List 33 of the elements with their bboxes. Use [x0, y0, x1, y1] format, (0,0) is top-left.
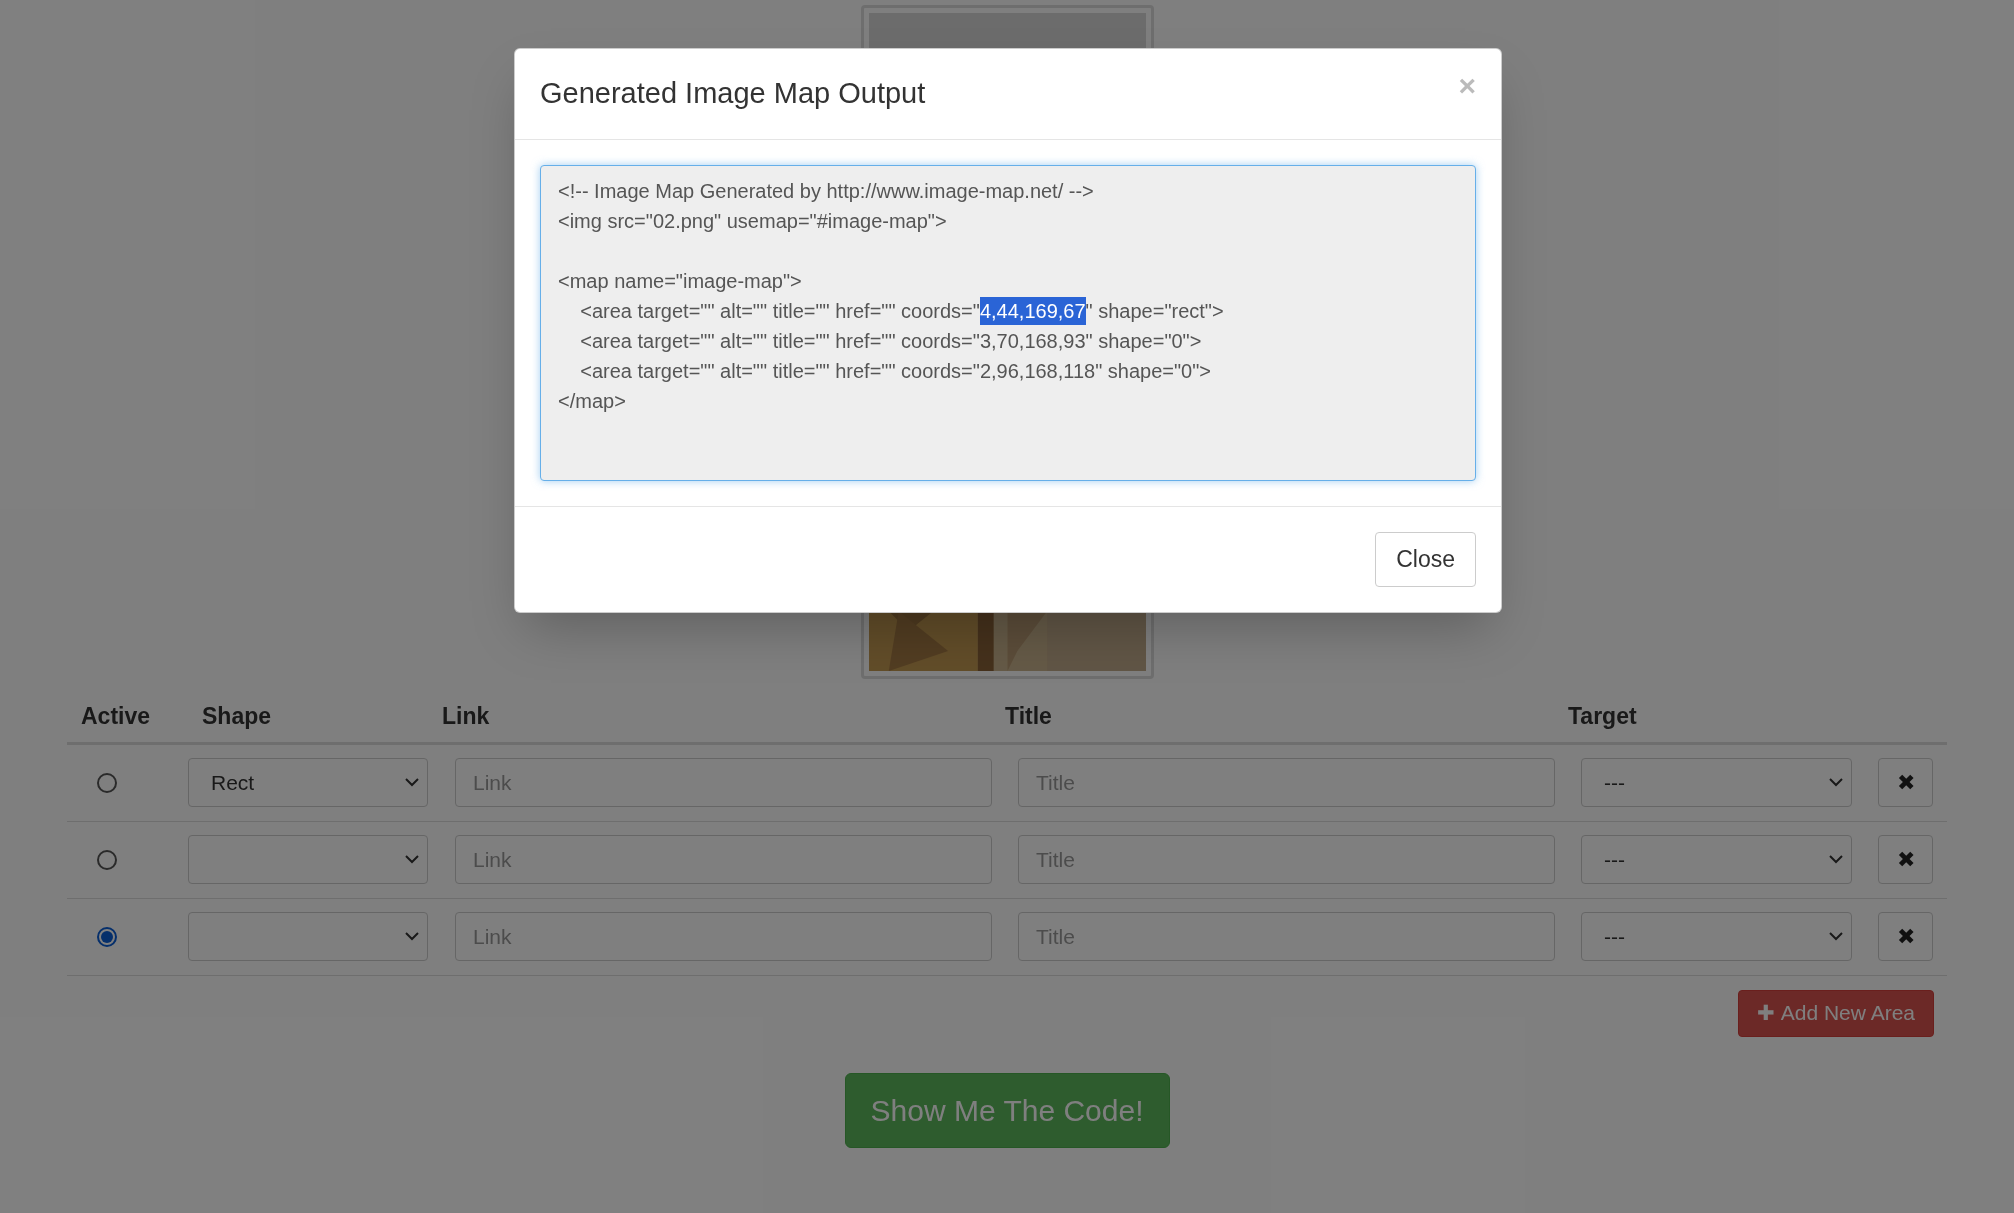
chevron-down-icon	[405, 932, 419, 941]
add-area-button[interactable]: ✚ Add New Area	[1737, 989, 1934, 1037]
code-line: <map name="image-map">	[558, 270, 802, 292]
radio-button[interactable]	[97, 772, 117, 793]
code-line: <area target="" alt="" title="" href="" coords="2,96,168,118" shape="0">	[579, 360, 1212, 382]
target-select[interactable]: ---	[1581, 758, 1852, 807]
code-line: <!-- Image Map Generated by http://www.image-map.net/ -->	[558, 180, 1094, 202]
radio-button[interactable]	[97, 926, 117, 947]
code-field[interactable]	[540, 165, 1476, 481]
plus-icon: ✚	[1756, 997, 1775, 1029]
column-header: Active	[81, 703, 151, 729]
code-line: <area target="" alt="" title="" href="" coords="3,70,168,93" shape="0">	[579, 330, 1202, 352]
column-header: Shape	[202, 703, 272, 729]
code-line: <img src="02.png" usemap="#image-map">	[558, 210, 947, 232]
close-button[interactable]: Close	[1375, 532, 1476, 587]
chevron-down-icon	[1829, 932, 1843, 941]
modal-title: Generated Image Map Output	[540, 76, 926, 112]
column-header: Title	[1005, 703, 1052, 729]
delete-button[interactable]: ✖	[1878, 835, 1933, 884]
code-line: <area target="" alt="" title="" href="" coords="4,44,169,67" shape="rect">	[558, 297, 1224, 325]
code-line: </map>	[558, 390, 626, 412]
column-header: Link	[442, 703, 490, 729]
chevron-down-icon	[1829, 778, 1843, 787]
chevron-down-icon	[405, 778, 419, 787]
target-select[interactable]: ---	[1581, 912, 1852, 961]
chevron-down-icon	[1829, 855, 1843, 864]
target-select[interactable]: ---	[1581, 835, 1852, 884]
shape-select[interactable]: Rect	[188, 758, 428, 807]
delete-button[interactable]: ✖	[1878, 912, 1933, 961]
chevron-down-icon	[405, 855, 419, 864]
delete-button[interactable]: ✖	[1878, 758, 1933, 807]
column-header: Target	[1568, 703, 1637, 729]
radio-button[interactable]	[97, 849, 117, 870]
